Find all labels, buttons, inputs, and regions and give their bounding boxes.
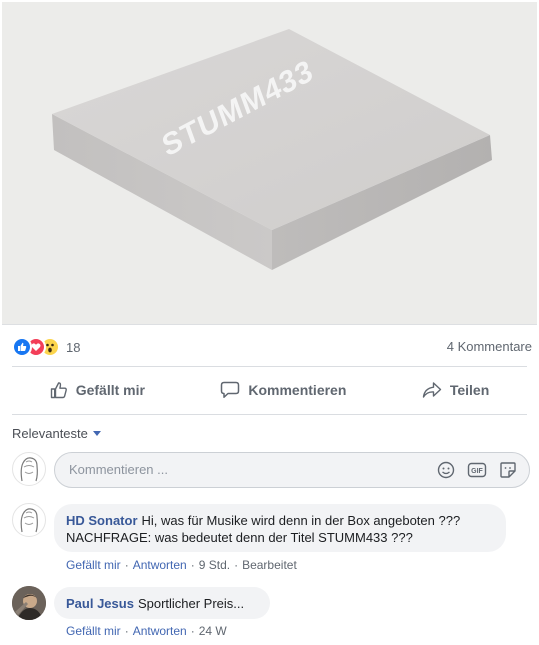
post-image[interactable]: STUMM433 <box>2 2 537 325</box>
current-user-avatar[interactable] <box>12 452 46 486</box>
reaction-count[interactable]: 18 <box>66 340 80 355</box>
divider <box>12 414 527 415</box>
sticker-icon[interactable] <box>499 461 517 484</box>
comment-reply-link[interactable]: Antworten <box>133 624 187 638</box>
emoji-icon[interactable] <box>437 461 455 484</box>
share-button[interactable]: Teilen <box>422 381 489 399</box>
like-reaction-icon <box>12 337 32 357</box>
comment-time[interactable]: 24 W <box>199 624 227 638</box>
divider <box>12 366 527 367</box>
comment-text: Sportlicher Preis... <box>137 596 245 611</box>
sort-label: Relevanteste <box>12 426 88 441</box>
comment-meta: Gefällt mir · Antworten · 9 Std. · Bearbeitet <box>66 558 297 572</box>
gif-icon[interactable]: GIF <box>467 461 487 484</box>
comment-composer: GIF <box>54 452 530 488</box>
comment-time[interactable]: 9 Std. <box>199 558 230 572</box>
comment-input[interactable] <box>67 461 411 478</box>
svg-text:GIF: GIF <box>471 468 483 475</box>
comment-button-label: Kommentieren <box>248 382 347 398</box>
comment-bubble: Paul Jesus Sportlicher Preis... <box>54 587 270 619</box>
like-button-label: Gefällt mir <box>75 382 145 398</box>
comment-author-avatar[interactable] <box>12 503 46 537</box>
comments-count[interactable]: 4 Kommentare <box>447 339 532 354</box>
comment-bubble-icon <box>221 381 240 398</box>
comment-author-name[interactable]: Paul Jesus <box>66 596 134 611</box>
post-stats: 18 4 Kommentare <box>12 336 532 358</box>
comment-bubble: HD Sonator Hi, was für Musike wird denn i… <box>54 504 506 552</box>
box-product-image: STUMM433 <box>52 29 492 270</box>
thumbs-up-icon <box>50 382 67 399</box>
comment-like-link[interactable]: Gefällt mir <box>66 624 121 638</box>
comment-author-avatar[interactable] <box>12 586 46 620</box>
share-arrow-icon <box>422 382 442 398</box>
comment-like-link[interactable]: Gefällt mir <box>66 558 121 572</box>
composer-tools: GIF <box>425 461 517 484</box>
comment-reply-link[interactable]: Antworten <box>133 558 187 572</box>
comment-author-name[interactable]: HD Sonator <box>66 513 138 528</box>
post-actions: Gefällt mir Kommentieren Teilen <box>12 372 527 408</box>
comment-button[interactable]: Kommentieren <box>220 381 346 399</box>
chevron-down-icon <box>92 431 101 436</box>
share-button-label: Teilen <box>449 382 490 398</box>
comment-sort-dropdown[interactable]: Relevanteste <box>12 426 101 441</box>
comment-meta: Gefällt mir · Antworten · 24 W <box>66 624 227 638</box>
like-button[interactable]: Gefällt mir <box>50 381 145 399</box>
reactions-summary[interactable]: 18 <box>12 336 80 358</box>
comment-edited-label[interactable]: Bearbeitet <box>242 558 297 572</box>
facebook-post: STUMM433 18 4 Kommentare Gefällt mir Kom <box>0 0 539 645</box>
